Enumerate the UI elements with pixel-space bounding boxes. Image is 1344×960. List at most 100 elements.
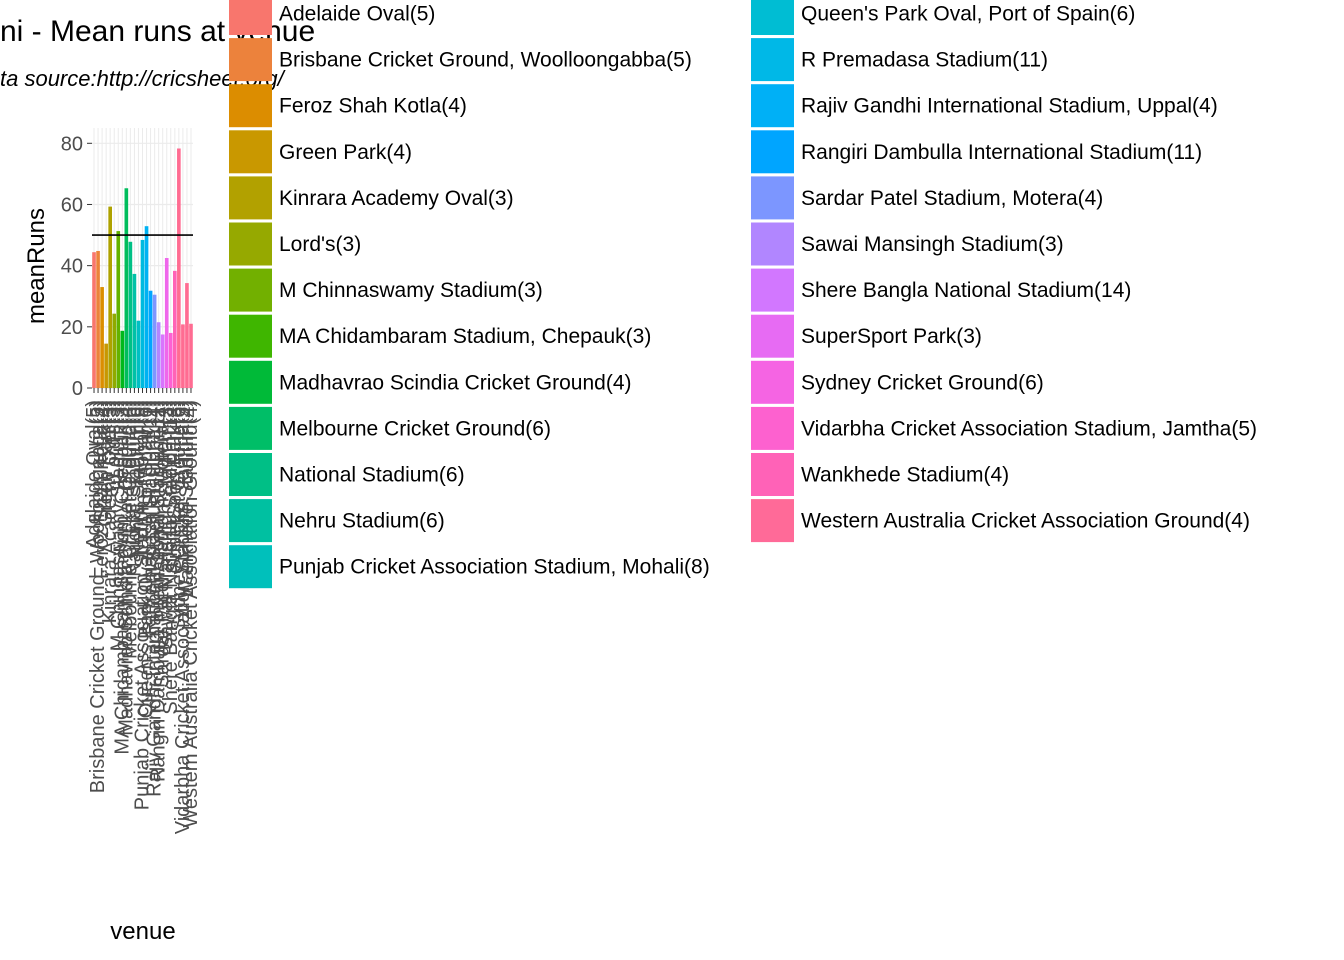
chart: ni - Mean runs at venue ta source:http:/…: [0, 0, 1257, 945]
y-tick-label: 80: [61, 133, 83, 155]
legend-item: Rajiv Gandhi International Stadium, Uppa…: [751, 84, 1218, 128]
legend-key: [229, 360, 272, 404]
bar: [136, 320, 141, 388]
legend-label: Queen's Park Oval, Port of Spain(6): [801, 3, 1135, 26]
bar: [148, 290, 153, 388]
legend-item: Nehru Stadium(6): [229, 499, 445, 543]
legend-item: Sardar Patel Stadium, Motera(4): [751, 176, 1103, 220]
legend-label: Feroz Shah Kotla(4): [279, 95, 467, 118]
bar: [185, 283, 189, 388]
legend-label: Kinrara Academy Oval(3): [279, 187, 514, 210]
legend-label: Madhavrao Scindia Cricket Ground(4): [279, 371, 632, 394]
legend-item: Sawai Mansingh Stadium(3): [751, 222, 1064, 266]
legend-label: Sawai Mansingh Stadium(3): [801, 233, 1064, 256]
legend-item: Lord's(3): [229, 222, 361, 266]
bar: [140, 239, 145, 388]
legend-item: Kinrara Academy Oval(3): [229, 176, 514, 220]
legend-key: [751, 0, 794, 35]
x-axis: Adelaide Oval(5)Brisbane Cricket Ground,…: [83, 388, 202, 834]
legend-label: R Premadasa Stadium(11): [801, 49, 1048, 72]
legend-key: [229, 0, 272, 35]
y-tick-label: 60: [61, 194, 83, 216]
legend-key: [229, 545, 272, 589]
legend-item: R Premadasa Stadium(11): [751, 38, 1048, 82]
legend-item: Feroz Shah Kotla(4): [229, 84, 467, 128]
legend-key: [751, 130, 794, 174]
legend-item: Shere Bangla National Stadium(14): [751, 268, 1131, 312]
legend-label: Wankhede Stadium(4): [801, 464, 1009, 487]
y-axis: 0 20 40 60 80: [61, 133, 92, 400]
legend-item: SuperSport Park(3): [751, 314, 982, 358]
legend-item: Melbourne Cricket Ground(6): [229, 406, 551, 450]
legend-key: [751, 38, 794, 82]
bar: [100, 287, 104, 388]
x-tick-label: Western Australia Cricket Association Gr…: [180, 400, 202, 828]
legend-key: [229, 314, 272, 358]
legend-item: Adelaide Oval(5): [229, 0, 435, 35]
legend-item: M Chinnaswamy Stadium(3): [229, 268, 543, 312]
legend-key: [751, 406, 794, 450]
legend-item: Queen's Park Oval, Port of Spain(6): [751, 0, 1135, 35]
legend-key: [229, 222, 272, 266]
legend-key: [751, 453, 794, 496]
bar: [128, 241, 133, 388]
legend-label: M Chinnaswamy Stadium(3): [279, 279, 543, 302]
legend-key: [229, 453, 272, 496]
bar: [120, 330, 125, 388]
legend-item: Rangiri Dambulla International Stadium(1…: [751, 130, 1202, 174]
legend-label: Green Park(4): [279, 141, 412, 164]
legend-key: [751, 314, 794, 358]
legend-key: [229, 38, 272, 82]
legend-key: [751, 176, 794, 220]
legend-key: [751, 84, 794, 128]
x-axis-title: venue: [110, 918, 175, 945]
bar: [92, 252, 96, 388]
legend-item: Sydney Cricket Ground(6): [751, 360, 1044, 404]
bar: [164, 258, 169, 388]
bar: [132, 273, 137, 388]
legend-label: Lord's(3): [279, 233, 361, 256]
legend-item: Green Park(4): [229, 130, 412, 174]
legend-label: Melbourne Cricket Ground(6): [279, 417, 551, 440]
legend-key: [751, 360, 794, 404]
bar: [177, 148, 181, 388]
bar: [152, 294, 157, 388]
legend-item: National Stadium(6): [229, 453, 465, 496]
legend-item: Wankhede Stadium(4): [751, 453, 1009, 496]
legend-key: [751, 222, 794, 266]
bar: [112, 313, 117, 388]
legend-key: [229, 176, 272, 220]
legend-item: Punjab Cricket Association Stadium, Moha…: [229, 545, 710, 589]
legend-label: Nehru Stadium(6): [279, 510, 445, 533]
legend-label: Brisbane Cricket Ground, Woolloongabba(5…: [279, 49, 692, 72]
legend-label: Punjab Cricket Association Stadium, Moha…: [279, 556, 710, 579]
legend-label: Sardar Patel Stadium, Motera(4): [801, 187, 1103, 210]
legend-label: Western Australia Cricket Association Gr…: [801, 510, 1250, 533]
bar: [181, 324, 185, 388]
y-axis-title: meanRuns: [23, 208, 50, 324]
legend-item: Madhavrao Scindia Cricket Ground(4): [229, 360, 632, 404]
y-tick-label: 20: [61, 317, 83, 339]
bar: [168, 332, 173, 388]
legend-label: National Stadium(6): [279, 464, 465, 487]
bar: [96, 250, 100, 388]
legend-key: [229, 406, 272, 450]
legend-key: [751, 499, 794, 543]
legend: Adelaide Oval(5) Brisbane Cricket Ground,…: [229, 0, 1257, 589]
bar: [116, 231, 121, 388]
legend-label: Vidarbha Cricket Association Stadium, Ja…: [801, 417, 1257, 440]
y-tick-label: 40: [61, 256, 83, 278]
legend-label: SuperSport Park(3): [801, 325, 982, 348]
legend-key: [229, 499, 272, 543]
bar: [173, 270, 177, 388]
y-tick-label: 0: [72, 378, 83, 400]
legend-item: Vidarbha Cricket Association Stadium, Ja…: [751, 406, 1257, 450]
legend-item: Western Australia Cricket Association Gr…: [751, 499, 1250, 543]
legend-item: MA Chidambaram Stadium, Chepauk(3): [229, 314, 651, 358]
legend-label: Sydney Cricket Ground(6): [801, 371, 1044, 394]
legend-label: Adelaide Oval(5): [279, 3, 435, 26]
legend-key: [751, 268, 794, 312]
legend-key: [229, 268, 272, 312]
bar: [156, 322, 161, 388]
bar: [160, 334, 165, 388]
